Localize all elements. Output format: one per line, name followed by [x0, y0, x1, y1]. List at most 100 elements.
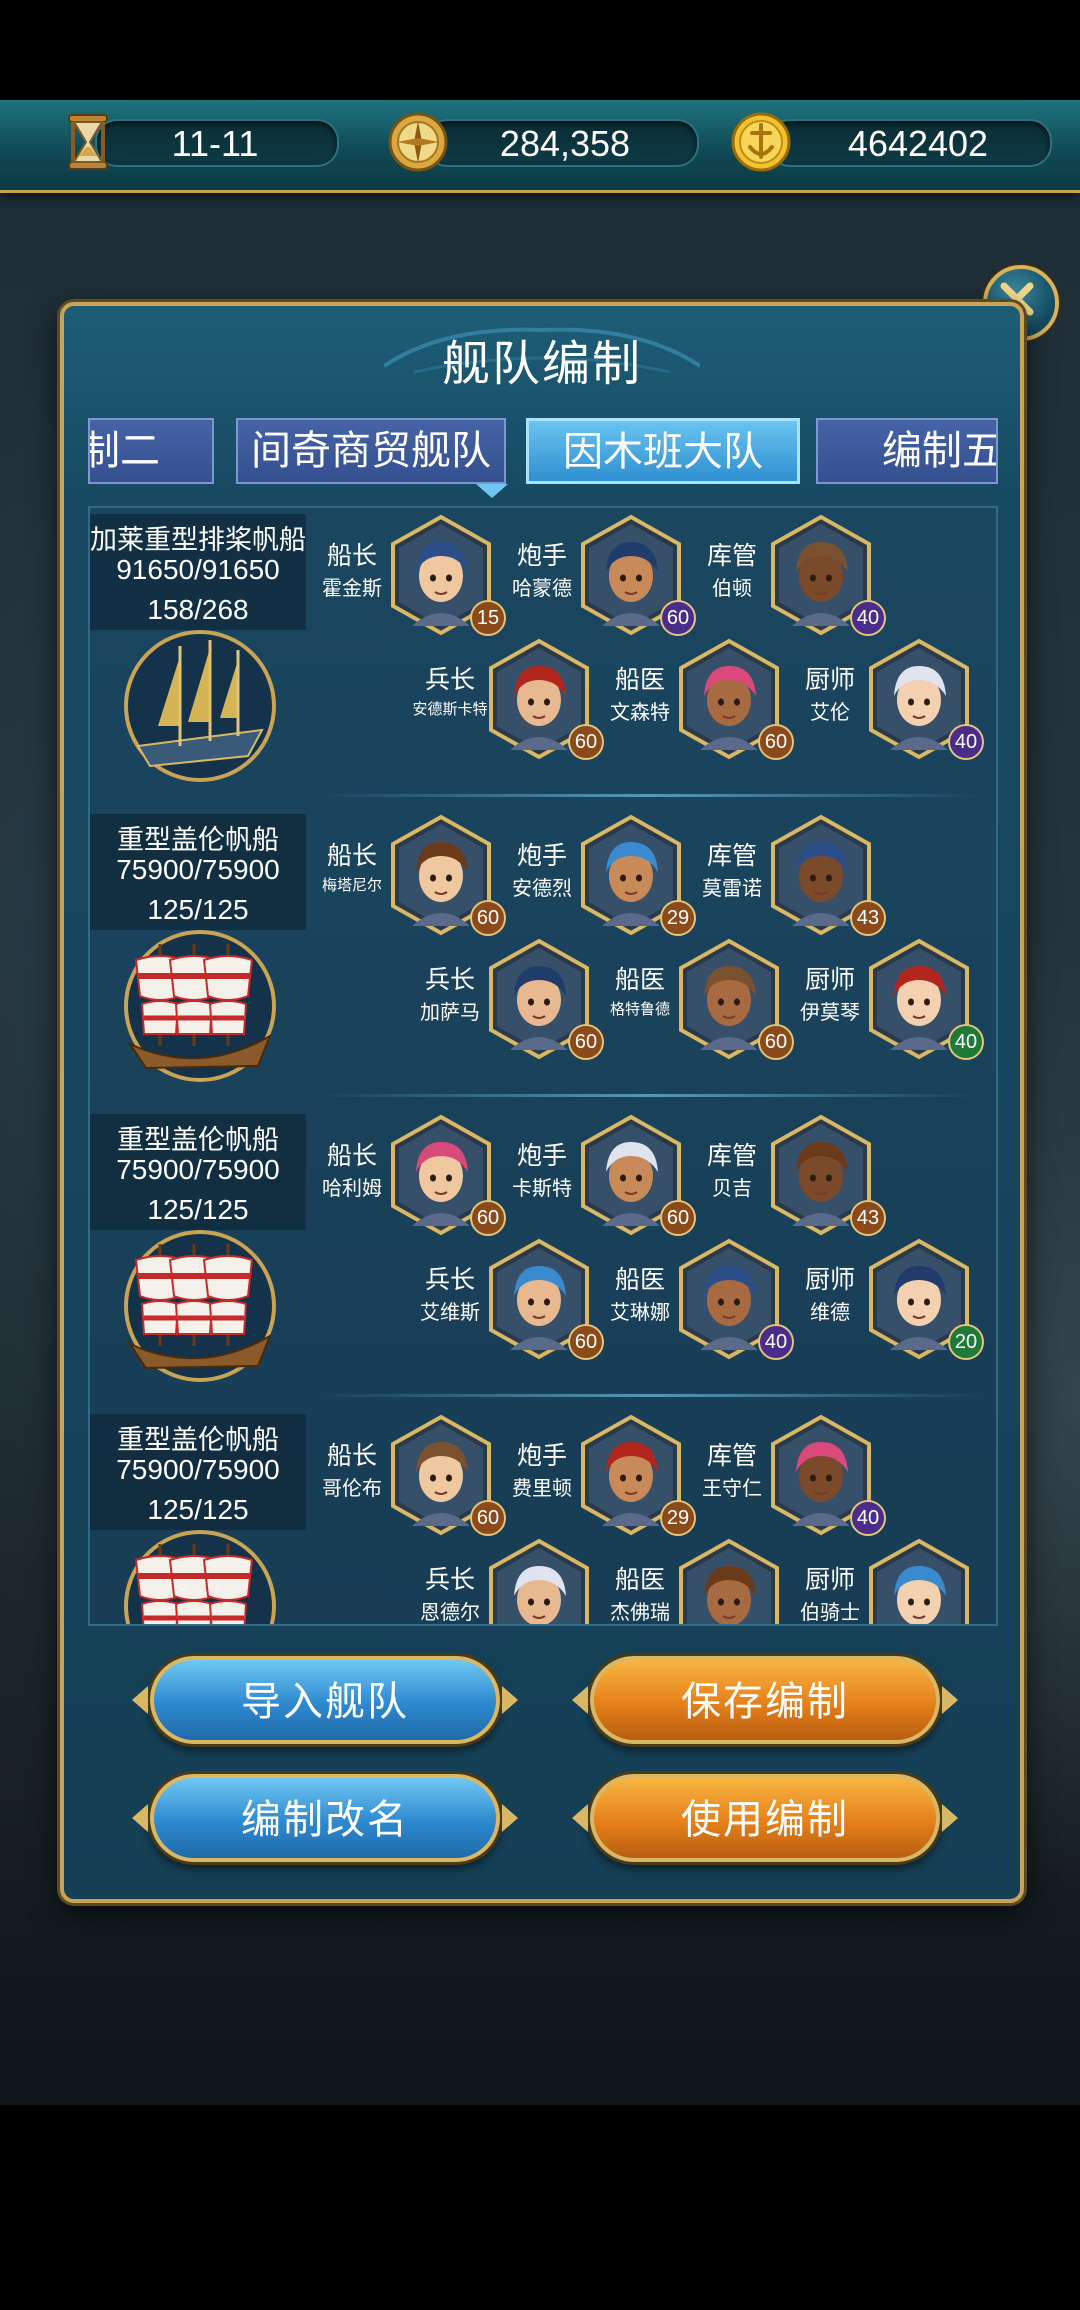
tab-active-fleet[interactable]: 因木班大队: [526, 418, 800, 484]
crew-role: 船长: [326, 841, 377, 870]
crew-level-badge: 40: [948, 724, 984, 760]
crew-level-badge: 15: [470, 600, 506, 636]
crew-level-badge: 60: [660, 600, 696, 636]
crew-role: 船长: [326, 1141, 377, 1170]
crew-slot[interactable]: 兵长加萨马 60: [420, 938, 620, 1068]
ship-name: 加莱重型排桨帆船: [90, 525, 306, 556]
crew-name: 梅塔尼尔: [321, 876, 382, 894]
crew-slot[interactable]: 兵长 艾维斯 60: [420, 1238, 620, 1368]
crew-level-badge: 60: [568, 1324, 604, 1360]
crew-slot[interactable]: 船长 哥伦布 60: [322, 1414, 522, 1544]
crew-slot[interactable]: 厨师 艾伦 40: [800, 638, 996, 768]
ship-row[interactable]: 加莱重型排桨帆船 91650/91650 158/268 船长 霍金斯 15 炮手 哈蒙德 60…: [90, 508, 996, 808]
crew-role: 船医: [614, 1265, 665, 1294]
date-value: 11-11: [171, 123, 259, 164]
crew-level-badge: 60: [470, 1200, 506, 1236]
crew-slot[interactable]: 船医 杰佛瑞: [610, 1538, 810, 1624]
ship-divider: [320, 1394, 980, 1397]
crew-portrait[interactable]: [486, 1538, 592, 1624]
crew-name: 伊莫琴: [800, 1000, 860, 1024]
crew-slot[interactable]: 船长霍金斯 15: [322, 514, 522, 644]
crew-name: 哈利姆: [322, 1176, 382, 1200]
tab-label: 因木班大队: [563, 429, 763, 475]
crew-name: 加萨马: [420, 1000, 480, 1024]
crew-slot[interactable]: 船长 梅塔尼尔 60: [322, 814, 522, 944]
crew-portrait[interactable]: [676, 1538, 782, 1624]
crew-role: 厨师: [804, 965, 855, 994]
crew-name: 恩德尔: [420, 1600, 480, 1624]
use-formation-button[interactable]: 使用编制: [572, 1774, 958, 1862]
crew-slot[interactable]: 炮手 哈蒙德 60: [512, 514, 712, 644]
ship-portrait[interactable]: [120, 1226, 280, 1386]
crew-slot[interactable]: 船医 格特鲁德 60: [610, 938, 810, 1068]
ship-row[interactable]: 重型盖伦帆船 75900/75900 125/125 船长 哈利姆 60 炮手 卡斯特 60 库管…: [90, 1108, 996, 1408]
ship-name: 重型盖伦帆船: [117, 1125, 279, 1156]
crew-role: 库管: [706, 541, 757, 570]
ship-durability: 75900/75900: [116, 1154, 280, 1185]
crew-role: 库管: [706, 1441, 757, 1470]
crew-slot[interactable]: 兵长 恩德尔: [420, 1538, 620, 1624]
crew-name: 贝吉: [712, 1176, 752, 1200]
crew-level-badge: 20: [948, 1324, 984, 1360]
ship-row[interactable]: 重型盖伦帆船 75900/75900 125/125 船长 梅塔尼尔 60 炮手 安德烈 29 库…: [90, 808, 996, 1108]
use-formation-label: 使用编制: [681, 1797, 849, 1843]
ship-info: 重型盖伦帆船 75900/75900 125/125: [90, 1414, 306, 1530]
ship-name: 重型盖伦帆船: [117, 1425, 279, 1456]
crew-slot[interactable]: 船长哈利姆 60: [322, 1114, 522, 1244]
crew-level-badge: 60: [568, 1024, 604, 1060]
crew-name: 安德烈: [512, 876, 572, 900]
crew-name: 费里顿: [512, 1476, 572, 1500]
crew-slot[interactable]: 厨师 伯骑士: [800, 1538, 996, 1624]
ship-info: 重型盖伦帆船 75900/75900 125/125: [90, 1114, 306, 1230]
crew-role: 船长: [326, 541, 377, 570]
crew-role: 兵长: [424, 1565, 475, 1594]
crew-slot[interactable]: 库管 莫雷诺 43: [702, 814, 902, 944]
crew-role: 船医: [614, 1565, 665, 1594]
import-fleet-button[interactable]: 导入舰队: [132, 1656, 518, 1744]
save-formation-label: 保存编制: [681, 1679, 849, 1725]
crew-level-badge: 43: [850, 1200, 886, 1236]
crew-slot[interactable]: 厨师 维德 20: [800, 1238, 996, 1368]
import-fleet-label: 导入舰队: [241, 1679, 409, 1725]
ship-row[interactable]: 重型盖伦帆船 75900/75900 125/125 船长 哥伦布 60 炮手 费里顿 29 库管…: [90, 1408, 996, 1624]
crew-role: 船医: [614, 665, 665, 694]
crew-role: 厨师: [804, 1265, 855, 1294]
crew-role: 炮手: [516, 1441, 567, 1470]
tab-trade-fleet[interactable]: 间奇商贸舰队: [236, 418, 506, 484]
crew-role: 兵长: [424, 965, 475, 994]
fleet-ship-list[interactable]: 加莱重型排桨帆船 91650/91650 158/268 船长 霍金斯 15 炮手 哈蒙德 60…: [88, 506, 998, 1626]
crew-slot[interactable]: 船医 艾琳娜 40: [610, 1238, 810, 1368]
crew-slot[interactable]: 船医 文森特 60: [610, 638, 810, 768]
ship-portrait[interactable]: [120, 926, 280, 1086]
crew-level-badge: 40: [758, 1324, 794, 1360]
ship-portrait[interactable]: [120, 1526, 280, 1624]
rename-formation-button[interactable]: 编制改名: [132, 1774, 518, 1862]
ship-durability: 75900/75900: [116, 1454, 280, 1485]
gold-coin-icon: [731, 112, 791, 172]
ship-capacity: 125/125: [147, 894, 249, 925]
crew-slot[interactable]: 厨师 伊莫琴 40: [800, 938, 996, 1068]
crew-level-badge: 40: [850, 1500, 886, 1536]
save-formation-button[interactable]: 保存编制: [572, 1656, 958, 1744]
ship-portrait[interactable]: [120, 626, 280, 786]
crew-portrait[interactable]: [866, 1538, 972, 1624]
tab-formation-5[interactable]: 编制五: [816, 418, 998, 484]
crew-name: 霍金斯: [322, 576, 382, 600]
crew-name: 哥伦布: [322, 1476, 382, 1500]
crew-slot[interactable]: 库管 王守仁 40: [702, 1414, 902, 1544]
crew-slot[interactable]: 炮手 费里顿 29: [512, 1414, 712, 1544]
tab-formation-2[interactable]: 制二: [88, 418, 214, 484]
crew-slot[interactable]: 库管 贝吉 43: [702, 1114, 902, 1244]
crew-role: 船长: [326, 1441, 377, 1470]
crew-name: 文森特: [610, 700, 670, 724]
ship-name: 重型盖伦帆船: [117, 825, 279, 856]
crew-slot[interactable]: 库管 伯顿 40: [702, 514, 902, 644]
game-scene: 11-11 284,358 4642402 舰队编制 制二 间奇商贸舰队 因木班…: [0, 100, 1080, 2105]
tab-label: 制二: [88, 428, 160, 474]
crew-slot[interactable]: 炮手 安德烈 29: [512, 814, 712, 944]
crew-slot[interactable]: 炮手 卡斯特 60: [512, 1114, 712, 1244]
crew-role: 炮手: [516, 541, 567, 570]
ship-divider: [320, 794, 980, 797]
crew-level-badge: 60: [660, 1200, 696, 1236]
crew-slot[interactable]: 兵长 安德斯卡特 60: [412, 638, 620, 768]
